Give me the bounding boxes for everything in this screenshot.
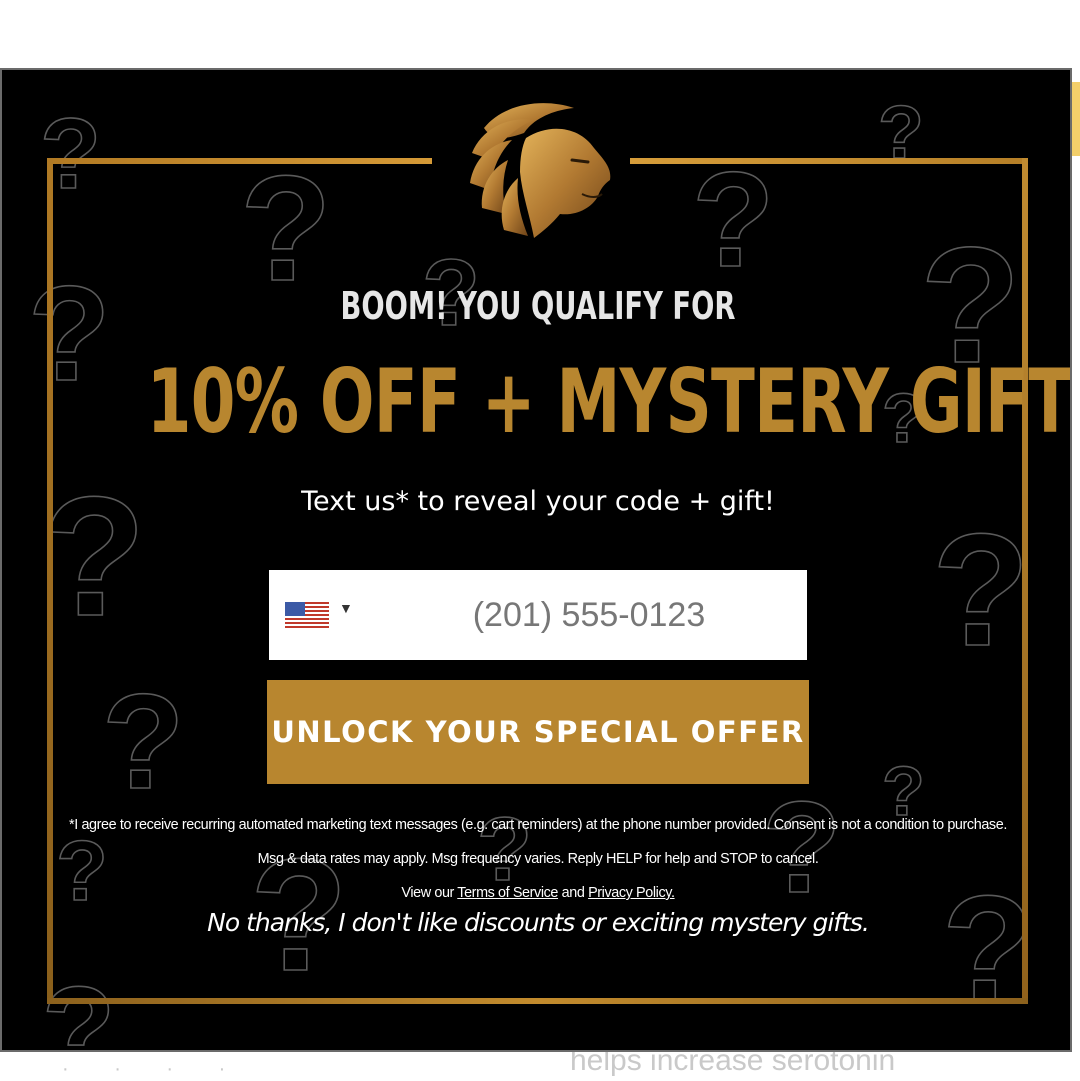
legal-and: and — [561, 885, 585, 901]
frame-border-bottom — [47, 998, 1028, 1004]
question-mark-icon: ? — [692, 144, 774, 295]
phone-number-input[interactable] — [379, 570, 799, 660]
popup-modal: ? ? ? ? ? ? ? ? ? ? ? ? ? ? ? ? ? ? BOOM… — [0, 68, 1072, 1052]
eyebrow-text: BOOM! YOU QUALIFY FOR — [340, 284, 736, 328]
frame-border-top-right — [630, 158, 1028, 164]
us-flag-icon[interactable] — [285, 602, 329, 628]
background-text-fragment: · · · · — [62, 1058, 246, 1080]
legal-text: *I agree to receive recurring automated … — [69, 817, 1007, 867]
lion-logo-icon — [470, 103, 611, 238]
question-mark-icon: ? — [102, 666, 184, 817]
frame-border-right — [1022, 158, 1028, 1004]
question-mark-icon: ? — [28, 258, 110, 409]
question-mark-icon: ? — [932, 500, 1030, 679]
offer-subhead: Text us* to reveal your code + gift! — [301, 486, 775, 517]
legal-view-our: View our — [401, 885, 454, 901]
frame-border-top-left — [47, 158, 432, 164]
offer-headline: 10% OFF + MYSTERY GIFT — [146, 350, 1072, 453]
no-thanks-link[interactable]: No thanks, I don't like discounts or exc… — [2, 908, 1070, 937]
legal-disclaimer: *I agree to receive recurring automated … — [60, 808, 1016, 910]
terms-of-service-link[interactable]: Terms of Service — [457, 885, 558, 901]
privacy-policy-link[interactable]: Privacy Policy. — [588, 885, 675, 901]
frame-border-left — [47, 158, 53, 1004]
caret-down-icon[interactable]: ▼ — [339, 600, 353, 616]
background-accent — [1072, 82, 1080, 156]
unlock-offer-button[interactable]: UNLOCK YOUR SPECIAL OFFER — [267, 680, 809, 784]
phone-field: ▼ — [269, 570, 807, 660]
